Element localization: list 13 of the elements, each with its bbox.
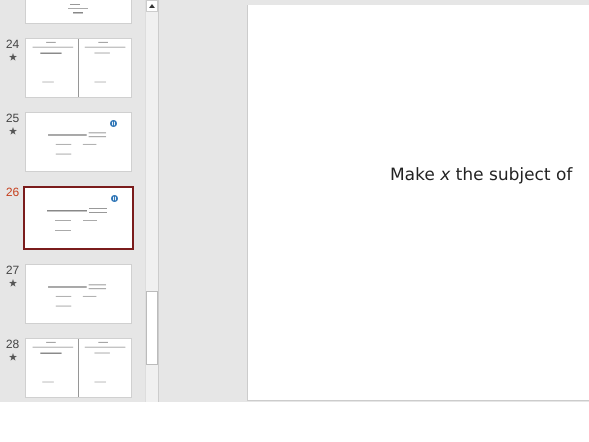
slide-number: 28 <box>6 338 20 351</box>
slide-number: 27 <box>6 264 20 277</box>
slide-text: Make x the subject of <box>390 165 572 185</box>
scrollbar[interactable] <box>145 0 159 402</box>
up-arrow-icon <box>149 4 155 8</box>
slide-content-drawing <box>68 4 88 14</box>
slide-number: 24 <box>6 38 20 51</box>
scroll-up-button[interactable] <box>146 0 158 12</box>
slide-number: 26 <box>6 186 20 199</box>
slide-number: 25 <box>6 112 20 125</box>
info-circle-icon <box>111 195 118 202</box>
info-circle-icon <box>110 120 117 127</box>
scroll-thumb[interactable] <box>146 291 158 365</box>
